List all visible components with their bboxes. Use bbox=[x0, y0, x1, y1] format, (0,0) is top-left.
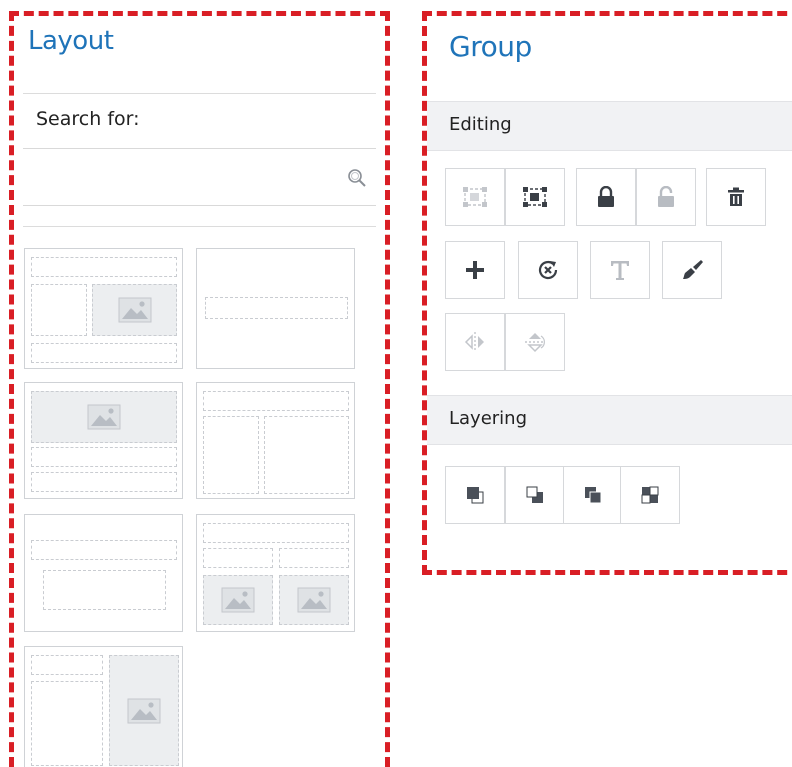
flip-vertical-icon bbox=[525, 333, 545, 353]
unlock-icon bbox=[658, 186, 674, 207]
search-label: Search for: bbox=[36, 108, 140, 130]
layering-section-header: Layering bbox=[427, 395, 792, 445]
screen: Layout Search for: Group Editing Layerin… bbox=[0, 0, 792, 767]
trash-icon bbox=[728, 187, 744, 206]
divider bbox=[23, 226, 376, 227]
layout-template-single-text[interactable] bbox=[196, 248, 355, 369]
placeholder-block bbox=[43, 570, 166, 610]
reset-rotation-button[interactable] bbox=[518, 241, 578, 299]
placeholder-block bbox=[31, 540, 177, 560]
group-icon bbox=[463, 187, 487, 207]
bring-to-front-icon bbox=[467, 487, 484, 504]
image-placeholder-icon bbox=[31, 391, 177, 443]
placeholder-block bbox=[203, 523, 349, 543]
placeholder-block bbox=[31, 257, 177, 277]
send-backward-button[interactable] bbox=[620, 466, 680, 524]
style-brush-button[interactable] bbox=[662, 241, 722, 299]
placeholder-block bbox=[203, 391, 349, 411]
search-input[interactable] bbox=[23, 149, 353, 205]
divider bbox=[23, 93, 376, 94]
send-to-back-button[interactable] bbox=[505, 466, 565, 524]
flip-horizontal-button[interactable] bbox=[445, 313, 505, 371]
brush-icon bbox=[683, 260, 703, 279]
placeholder-block bbox=[203, 416, 259, 494]
rotate-reset-icon bbox=[538, 260, 558, 280]
layout-panel-title: Layout bbox=[28, 26, 114, 56]
placeholder-block bbox=[279, 548, 349, 568]
bring-to-front-button[interactable] bbox=[445, 466, 505, 524]
placeholder-block bbox=[203, 548, 273, 568]
layout-template-sidebar-image[interactable] bbox=[24, 646, 183, 767]
placeholder-block bbox=[31, 447, 177, 467]
image-placeholder-icon bbox=[92, 284, 177, 336]
send-backward-icon bbox=[641, 486, 659, 504]
image-placeholder-icon bbox=[109, 655, 179, 766]
lock-button[interactable] bbox=[576, 168, 636, 226]
placeholder-block bbox=[205, 297, 348, 319]
unlock-button[interactable] bbox=[636, 168, 696, 226]
flip-horizontal-icon bbox=[464, 332, 484, 352]
ungroup-icon bbox=[523, 187, 547, 207]
plus-icon bbox=[466, 261, 484, 279]
group-button[interactable] bbox=[445, 168, 505, 226]
layout-template-header-two-columns[interactable] bbox=[196, 382, 355, 499]
delete-button[interactable] bbox=[706, 168, 766, 226]
layout-template-two-column-image[interactable] bbox=[24, 248, 183, 369]
editing-section-header: Editing bbox=[427, 101, 792, 151]
send-to-back-icon bbox=[526, 486, 543, 503]
search-icon[interactable] bbox=[346, 167, 368, 189]
ungroup-button[interactable] bbox=[505, 168, 565, 226]
placeholder-block bbox=[31, 343, 177, 363]
bring-forward-button[interactable] bbox=[563, 466, 623, 524]
bring-forward-icon bbox=[585, 487, 602, 504]
lock-icon bbox=[598, 186, 614, 207]
add-button[interactable] bbox=[445, 241, 505, 299]
text-button[interactable] bbox=[590, 241, 650, 299]
search-box[interactable] bbox=[23, 148, 376, 206]
image-placeholder-icon bbox=[279, 575, 349, 625]
placeholder-block bbox=[31, 655, 103, 675]
flip-vertical-button[interactable] bbox=[505, 313, 565, 371]
layout-template-header-two-images[interactable] bbox=[196, 514, 355, 632]
editing-section-label: Editing bbox=[449, 114, 512, 135]
image-placeholder-icon bbox=[203, 575, 273, 625]
layout-template-two-text-blocks[interactable] bbox=[24, 514, 183, 632]
placeholder-block bbox=[264, 416, 349, 494]
text-icon bbox=[611, 261, 629, 280]
placeholder-block bbox=[31, 284, 87, 336]
layout-template-image-header[interactable] bbox=[24, 382, 183, 499]
placeholder-block bbox=[31, 472, 177, 492]
layering-section-label: Layering bbox=[449, 408, 528, 429]
placeholder-block bbox=[31, 681, 103, 766]
group-panel-title: Group bbox=[449, 30, 532, 63]
